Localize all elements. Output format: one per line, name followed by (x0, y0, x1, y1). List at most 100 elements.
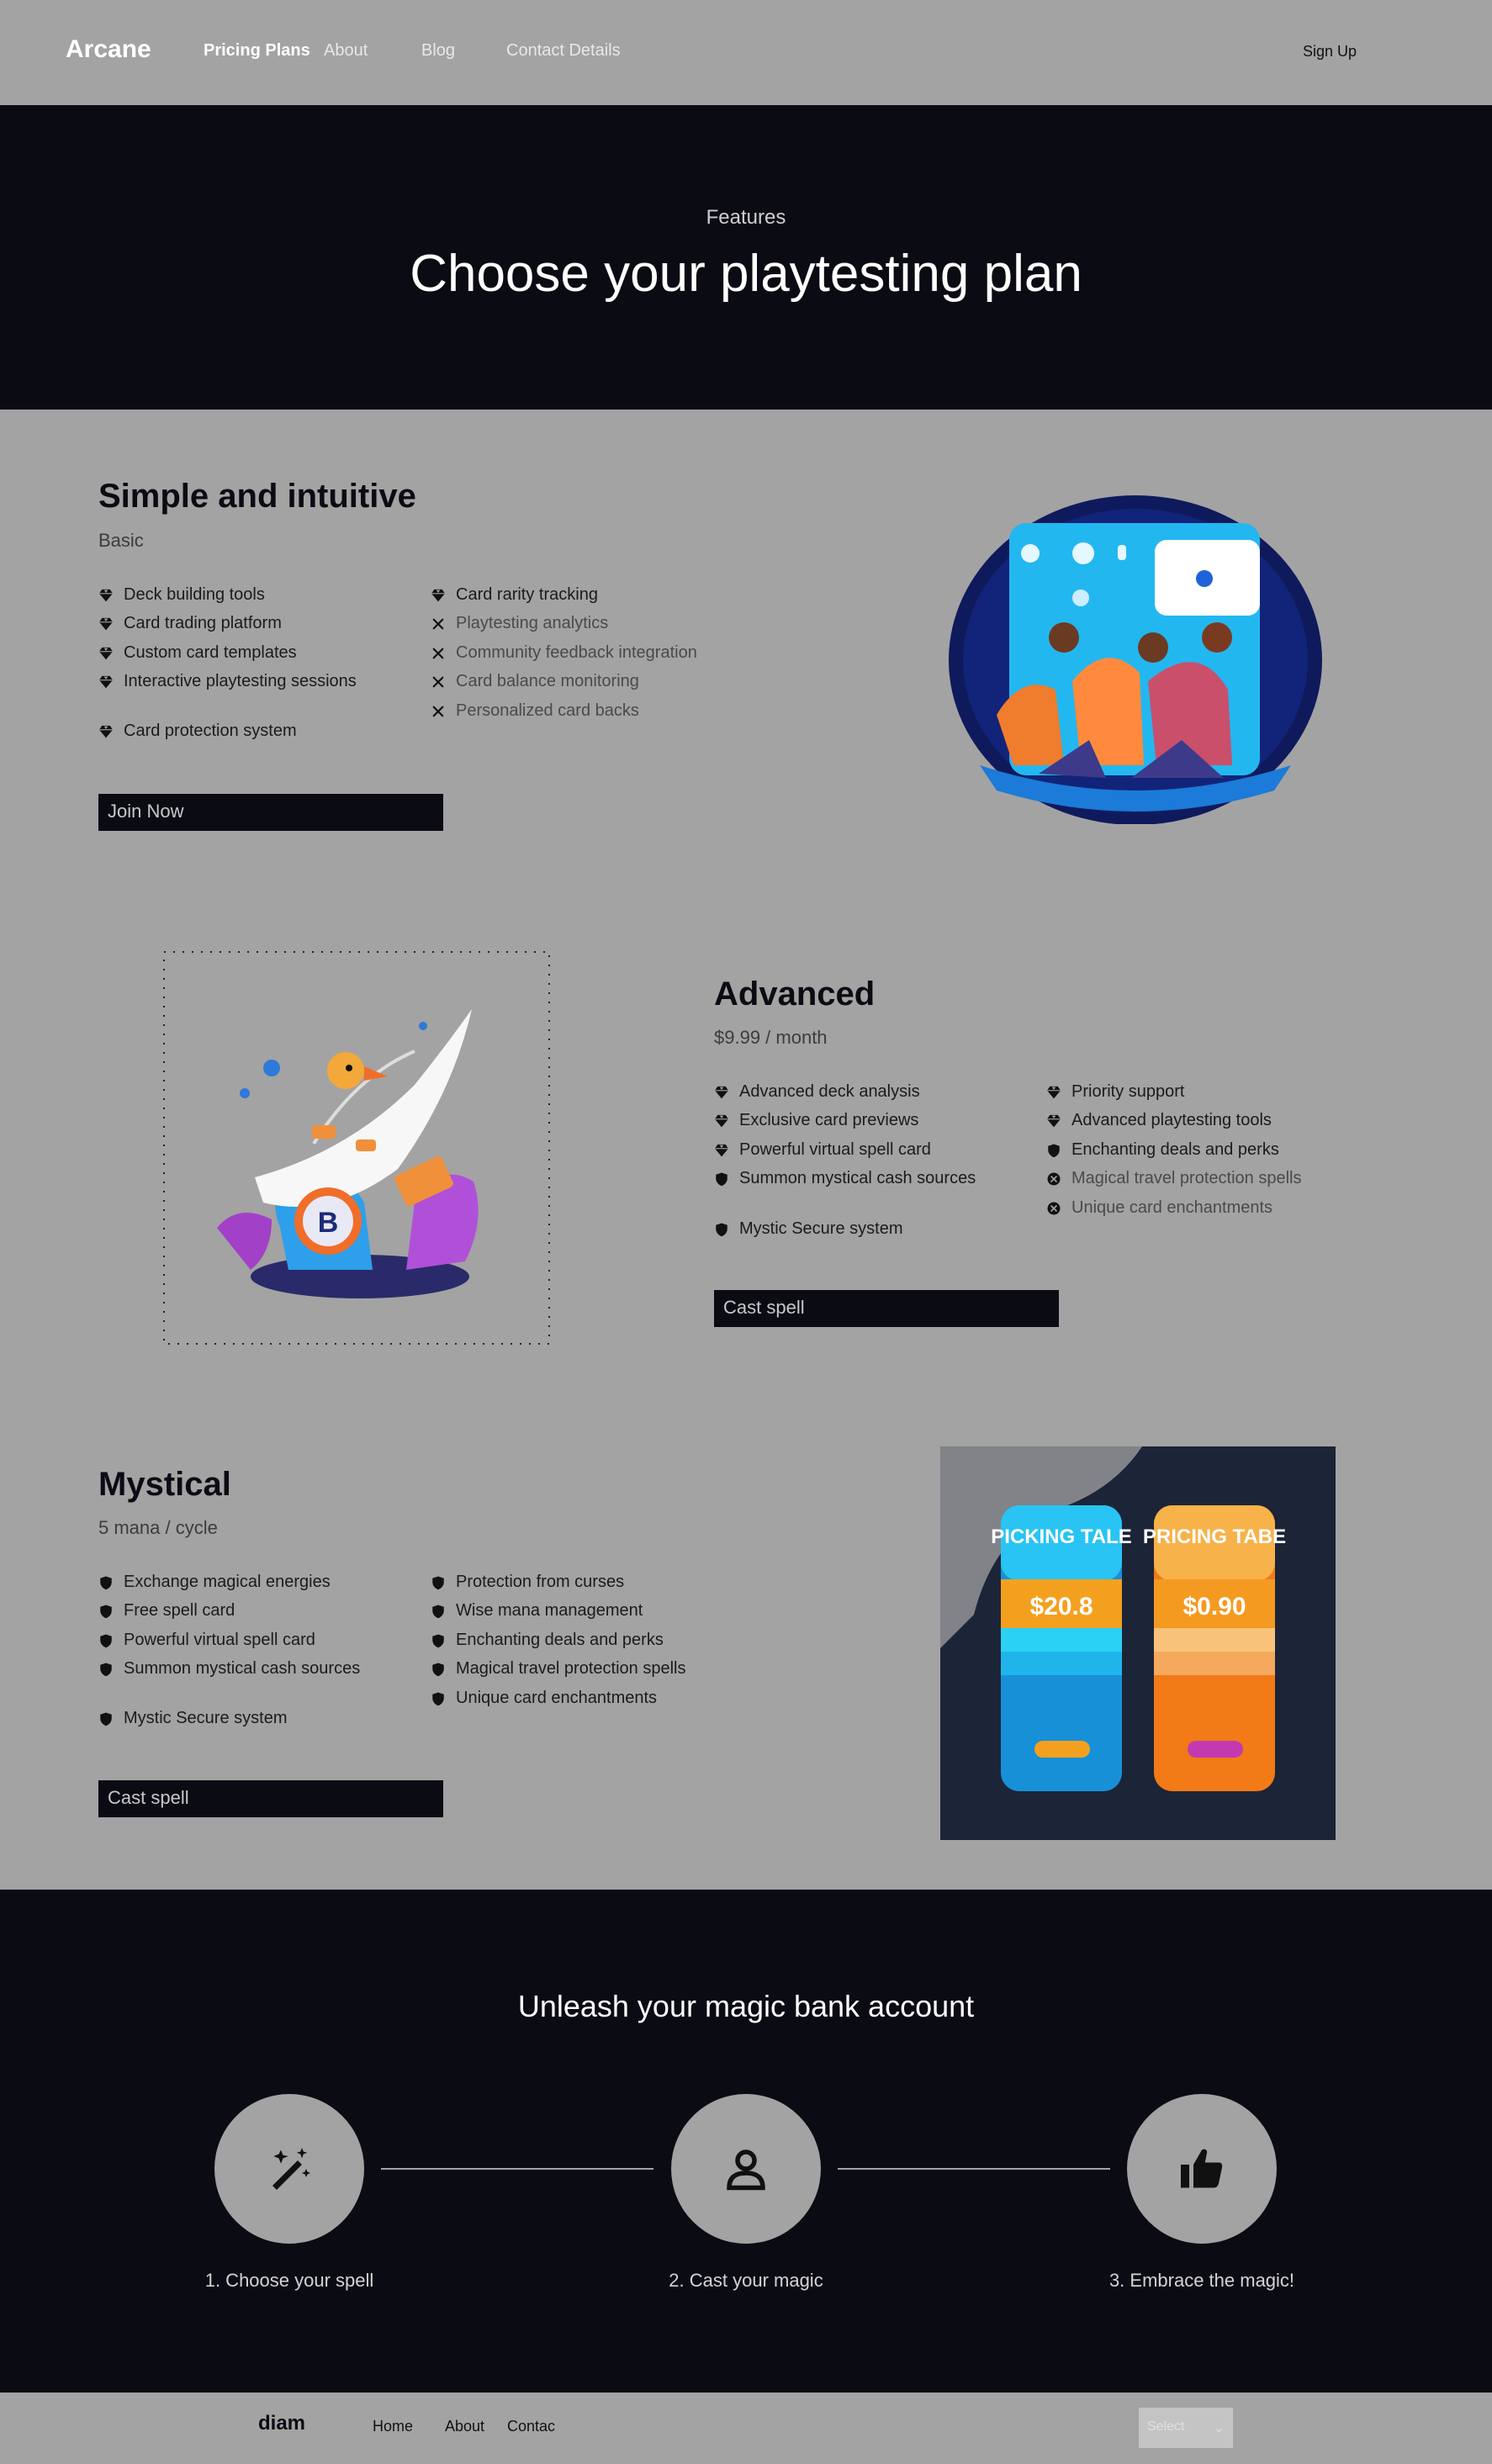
gem-icon (98, 616, 114, 632)
card2-title: PRICING TABE (1143, 1525, 1286, 1548)
circle-x-icon (1046, 1171, 1061, 1187)
shield-icon (431, 1691, 446, 1706)
brand-logo[interactable]: Arcane (66, 35, 151, 64)
hero-title: Choose your playtesting plan (410, 245, 1082, 303)
shield-icon (714, 1222, 729, 1237)
feature-item: Advanced deck analysis (714, 1082, 920, 1102)
hero-section: Features Choose your playtesting plan (0, 105, 1492, 410)
feature-item-excluded: Personalized card backs (431, 701, 639, 721)
feature-item: Wise mana management (431, 1601, 643, 1621)
feature-item: Free spell card (98, 1601, 235, 1621)
cast-spell-button[interactable]: Cast spell (714, 1290, 1059, 1327)
shield-icon (98, 1575, 114, 1590)
feature-item: Priority support (1046, 1082, 1185, 1102)
shield-icon (98, 1711, 114, 1726)
join-now-button[interactable]: Join Now (98, 794, 443, 831)
feature-item: Summon mystical cash sources (98, 1659, 360, 1679)
gem-icon (98, 674, 114, 690)
pricing-table-illustration: PICKING TALE $20.8 PRICING TABE $0.90 (940, 1446, 1336, 1840)
nav-link-pricing-plans[interactable]: Pricing Plans (204, 41, 310, 61)
footer-link-contact[interactable]: Contac (507, 2418, 555, 2435)
feature-item: Card rarity tracking (431, 585, 598, 605)
top-nav: Arcane Pricing Plans About Blog Contact … (0, 0, 1492, 105)
plan-title: Mystical (98, 1466, 231, 1503)
step-connector (838, 2168, 1110, 2170)
gem-icon (98, 646, 114, 661)
gem-icon (714, 1113, 729, 1129)
shield-icon (1046, 1143, 1061, 1158)
select-placeholder: Select (1147, 2419, 1185, 2434)
footer-select[interactable]: Select ⌄ (1139, 2408, 1233, 2448)
feature-item-excluded: Magical travel protection spells (1046, 1169, 1301, 1188)
feature-item-excluded: Community feedback integration (431, 643, 697, 663)
gem-icon (431, 588, 446, 603)
card2-price: $0.90 (1182, 1593, 1246, 1621)
gem-icon (714, 1085, 729, 1100)
feature-item: Advanced playtesting tools (1046, 1111, 1272, 1130)
feature-item-excluded: Unique card enchantments (1046, 1198, 1272, 1218)
step-label-1: 1. Choose your spell (204, 2270, 374, 2291)
shield-icon (98, 1604, 114, 1619)
user-icon (727, 2149, 765, 2191)
sign-up-button[interactable]: Sign Up (1303, 43, 1357, 61)
feature-item: Card trading platform (98, 614, 282, 633)
cast-spell-button[interactable]: Cast spell (98, 1780, 443, 1817)
nav-link-blog[interactable]: Blog (421, 41, 455, 61)
shield-icon (98, 1662, 114, 1677)
magic-wand-icon (272, 2148, 310, 2190)
card1-title: PICKING TALE (991, 1525, 1132, 1548)
shield-icon (431, 1662, 446, 1677)
footer-link-home[interactable]: Home (373, 2418, 413, 2435)
shield-icon (431, 1633, 446, 1648)
gem-icon (98, 588, 114, 603)
feature-item: Mystic Secure system (98, 1709, 287, 1728)
svg-text:B: B (318, 1207, 339, 1239)
nav-link-contact-details[interactable]: Contact Details (506, 41, 621, 61)
nav-link-about[interactable]: About (324, 41, 368, 61)
steps-title: Unleash your magic bank account (517, 1989, 975, 2023)
step-circle-3 (1127, 2094, 1277, 2244)
feature-item: Interactive playtesting sessions (98, 672, 357, 691)
footer-link-about[interactable]: About (445, 2418, 484, 2435)
step-connector (381, 2168, 653, 2170)
steps-section: Unleash your magic bank account 1. Choos… (0, 1890, 1492, 2393)
gem-icon (1046, 1085, 1061, 1100)
feature-item: Powerful virtual spell card (98, 1631, 315, 1650)
playtesting-illustration (949, 495, 1322, 824)
feature-item: Protection from curses (431, 1573, 624, 1592)
feature-item: Card protection system (98, 722, 297, 741)
plan-title: Simple and intuitive (98, 478, 416, 515)
feature-item: Summon mystical cash sources (714, 1169, 976, 1188)
plan-subtitle: 5 mana / cycle (98, 1517, 218, 1538)
shield-icon (431, 1604, 446, 1619)
step-label-3: 3. Embrace the magic! (1108, 2270, 1295, 2291)
feature-item: Unique card enchantments (431, 1689, 657, 1708)
x-mark-icon (431, 616, 446, 632)
plan-subtitle: Basic (98, 530, 144, 551)
gem-icon (98, 724, 114, 739)
feature-item-excluded: Card balance monitoring (431, 672, 639, 691)
x-mark-icon (431, 704, 446, 719)
feature-item: Enchanting deals and perks (1046, 1140, 1279, 1160)
feature-item-excluded: Playtesting analytics (431, 614, 608, 633)
plan-subtitle: $9.99 / month (714, 1027, 828, 1048)
feature-item: Deck building tools (98, 585, 265, 605)
thumbs-up-icon (1181, 2149, 1223, 2188)
feature-item: Magical travel protection spells (431, 1659, 685, 1679)
plan-title: Advanced (714, 976, 876, 1013)
circle-x-icon (1046, 1201, 1061, 1216)
phoenix-coin-illustration: B (163, 951, 550, 1345)
feature-item: Custom card templates (98, 643, 297, 663)
feature-item: Enchanting deals and perks (431, 1631, 664, 1650)
shield-icon (714, 1171, 729, 1187)
gem-icon (714, 1143, 729, 1158)
card1-price: $20.8 (1029, 1593, 1093, 1621)
x-mark-icon (431, 674, 446, 690)
step-circle-1 (214, 2094, 364, 2244)
shield-icon (98, 1633, 114, 1648)
footer-brand[interactable]: diam (258, 2412, 305, 2435)
chevron-down-icon: ⌄ (1213, 2421, 1225, 2435)
feature-item: Exchange magical energies (98, 1573, 331, 1592)
hero-kicker: Features (706, 206, 786, 229)
feature-item: Exclusive card previews (714, 1111, 918, 1130)
